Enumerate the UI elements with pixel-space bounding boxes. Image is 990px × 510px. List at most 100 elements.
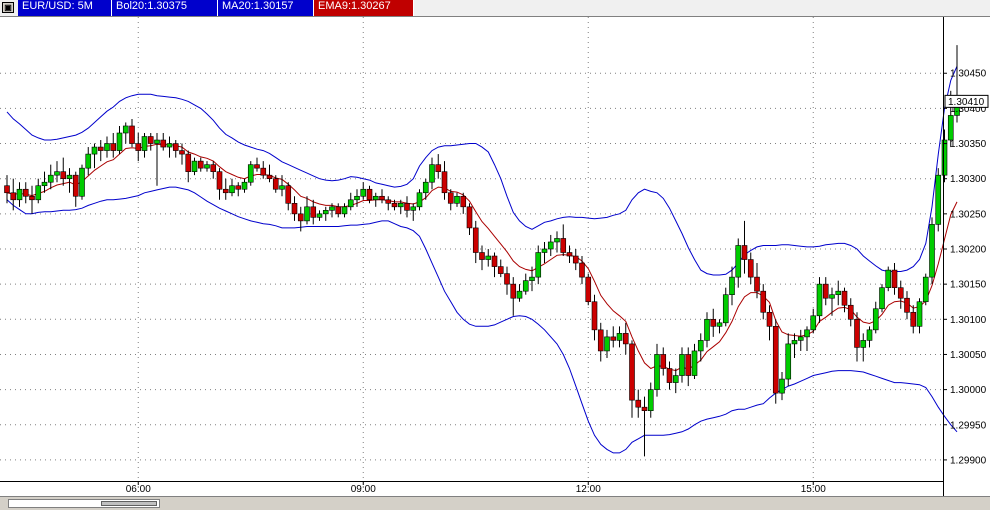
candle-body-down — [741, 245, 748, 260]
candle-body-down — [404, 203, 410, 211]
candle-body-down — [291, 203, 298, 215]
candle-body-down — [479, 252, 485, 260]
candle-body-down — [254, 164, 260, 169]
candle-body-down — [129, 125, 135, 144]
candle-body-down — [60, 171, 67, 179]
candle-body-up — [691, 350, 698, 376]
candle-body-up — [397, 203, 404, 208]
current-price-badge: 1.30410 — [944, 94, 989, 108]
candle-body-down — [766, 311, 773, 327]
time-tick-label: 09:00 — [351, 484, 376, 495]
candle-body-down — [22, 188, 29, 197]
candle — [935, 168, 942, 232]
candle-body-up — [116, 132, 123, 151]
price-tick-label: 1.30200 — [950, 245, 987, 256]
candle-body-down — [660, 354, 667, 369]
candle — [79, 164, 85, 200]
candle-body-up — [304, 206, 310, 222]
symbol-timeframe-label[interactable]: EUR/USD: 5M — [18, 0, 112, 16]
candle-body-up — [947, 115, 954, 141]
candle-body-up — [85, 153, 92, 169]
candle-body-down — [222, 188, 229, 194]
candle-body-down — [435, 164, 442, 172]
candle-body-down — [310, 206, 317, 218]
candle-body-up — [716, 322, 723, 327]
candle-body-up — [247, 164, 254, 183]
candle-body-down — [297, 213, 304, 222]
candle-body-up — [191, 160, 198, 172]
candle-body-down — [904, 297, 910, 313]
candle-body-down — [579, 262, 585, 278]
candle-body-up — [941, 139, 948, 176]
candle-body-up — [704, 319, 710, 341]
candle-body-up — [885, 269, 892, 288]
ma-indicator-label[interactable]: MA20:1.30157 — [218, 0, 314, 16]
price-tick-label: 1.30250 — [950, 209, 987, 220]
candle-body-down — [622, 333, 629, 345]
candle-body-down — [841, 290, 848, 306]
candle-body-down — [235, 185, 242, 190]
candle-body-up — [104, 143, 110, 151]
candle-body-down — [685, 354, 692, 376]
candle-body-up — [535, 252, 542, 278]
candle-body-up — [122, 125, 129, 134]
price-tick-label: 1.29900 — [950, 455, 987, 466]
horizontal-scrollbar[interactable] — [0, 496, 990, 510]
candle-body-down — [760, 290, 767, 313]
candle-body-down — [335, 206, 342, 215]
candle-body-up — [360, 188, 367, 197]
candle-body-down — [447, 192, 454, 204]
price-chart[interactable]: 1.304501.304001.303501.303001.302501.302… — [0, 17, 990, 496]
candle-body-up — [316, 213, 323, 218]
candle-body-down — [747, 259, 754, 278]
candle-body-down — [197, 160, 204, 169]
candle-body-down — [597, 329, 604, 352]
candle-body-up — [241, 181, 248, 190]
candle-body-down — [216, 171, 223, 190]
time-tick-label: 12:00 — [576, 484, 601, 495]
candle-body-up — [779, 378, 785, 394]
candle-body-down — [822, 283, 829, 299]
chart-window-icon[interactable]: ▣ — [2, 2, 14, 13]
candle-body-down — [97, 146, 104, 151]
candle-body-down — [260, 167, 267, 176]
price-tick-label: 1.30350 — [950, 139, 987, 150]
candle-body-up — [54, 171, 60, 176]
candle-body-down — [10, 192, 17, 201]
candle-body-up — [154, 139, 160, 144]
candle-body-down — [466, 206, 473, 229]
candle-body-up — [279, 185, 285, 190]
candle-body-down — [147, 136, 154, 144]
price-tick-label: 1.30150 — [950, 280, 987, 291]
candle-body-up — [616, 333, 623, 341]
candle-body-up — [522, 280, 529, 292]
candle-body-down — [460, 195, 467, 208]
candle-body-down — [185, 153, 192, 172]
candle-body-up — [547, 241, 554, 250]
current-price-label: 1.30410 — [948, 97, 985, 108]
candle-body-down — [710, 319, 717, 327]
candle-body-down — [441, 171, 448, 194]
candle-body-up — [79, 167, 85, 197]
candle-body-down — [266, 174, 273, 179]
candle-body-up — [879, 287, 885, 310]
candle-body-up — [697, 340, 704, 352]
scrollbar-thumb[interactable] — [101, 501, 157, 506]
candle-body-down — [847, 304, 854, 320]
candle-body-down — [110, 143, 117, 151]
candle-body-down — [504, 273, 510, 285]
ema-indicator-label[interactable]: EMA9:1.30267 — [314, 0, 414, 16]
candle-body-up — [410, 206, 417, 211]
candle-body-up — [166, 143, 173, 148]
bollinger-indicator-label[interactable]: Bol20:1.30375 — [112, 0, 218, 16]
candle-body-up — [791, 340, 798, 345]
candle-body-down — [666, 368, 673, 383]
candle-body-down — [472, 227, 479, 253]
candle-body-down — [72, 174, 79, 197]
candle-body-down — [629, 343, 635, 401]
candle-body-down — [385, 199, 392, 204]
price-tick-label: 1.30450 — [950, 69, 987, 80]
candle-body-up — [729, 276, 735, 295]
scrollbar-track[interactable] — [8, 499, 160, 508]
candle-body-up — [654, 354, 660, 390]
